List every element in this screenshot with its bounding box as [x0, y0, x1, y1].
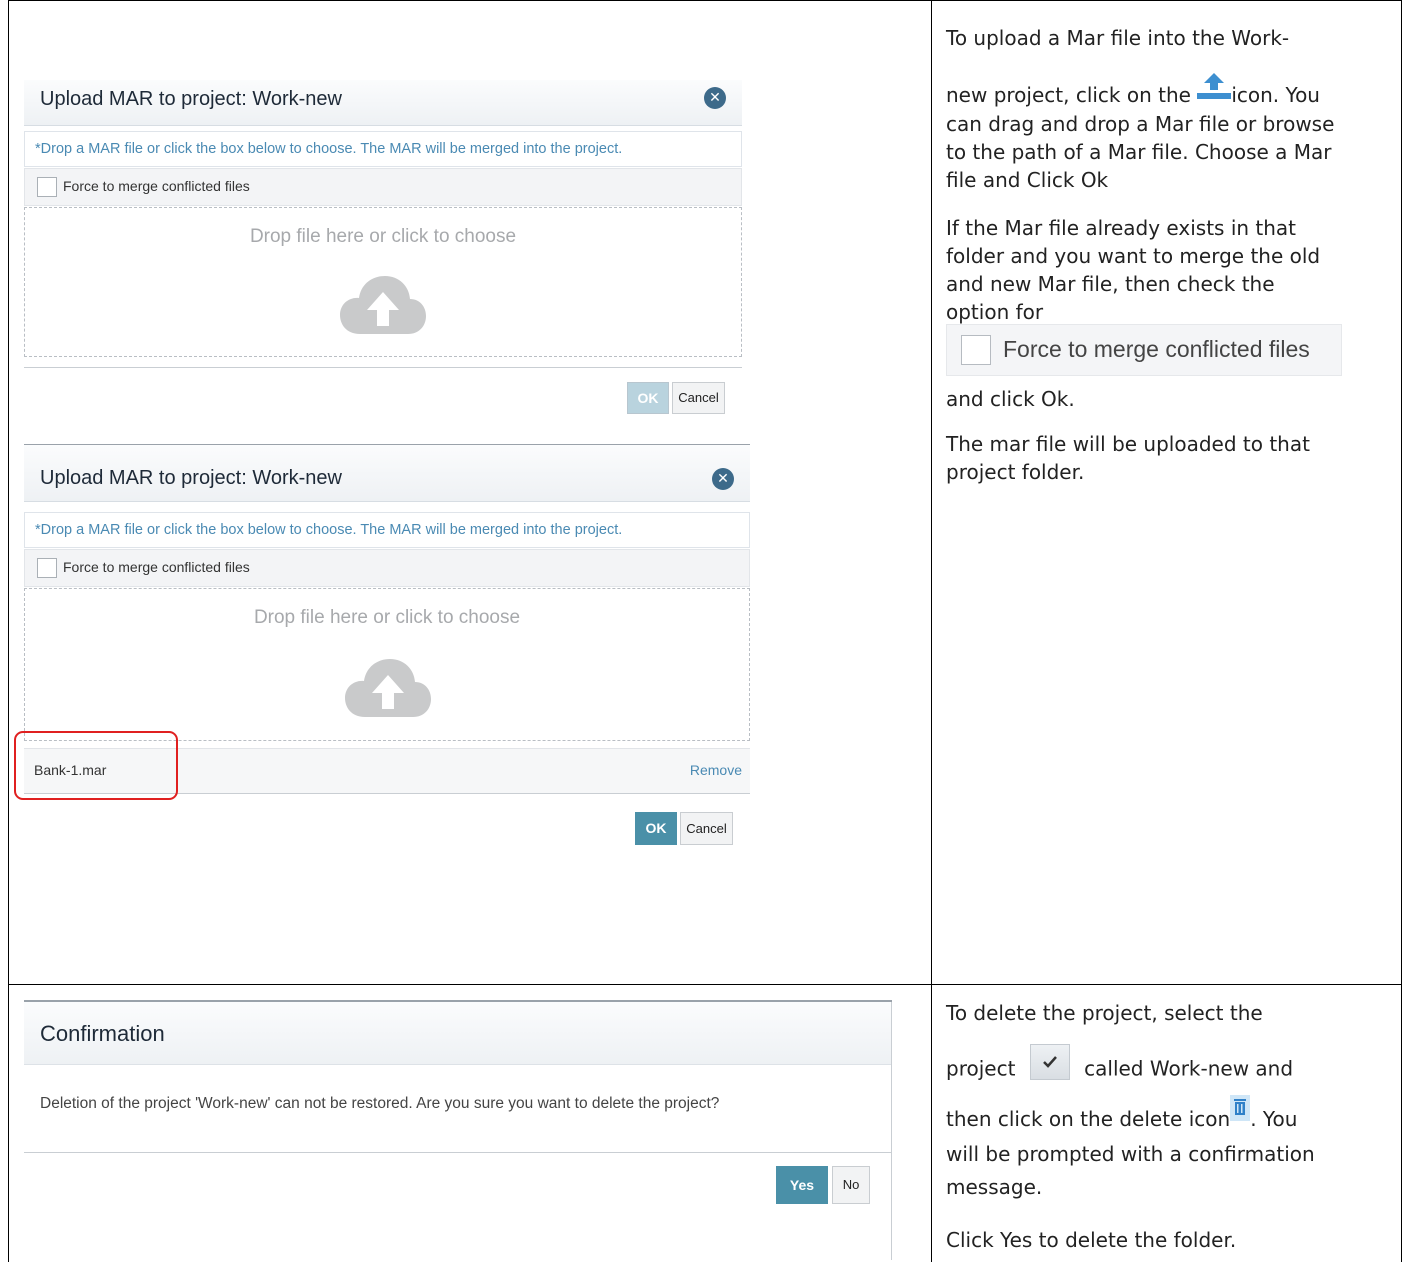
ok-button[interactable]: OK — [627, 382, 669, 414]
instruction-line: new project, click on the icon. You — [946, 72, 1320, 108]
dialog-title: Confirmation — [40, 1021, 165, 1046]
instruction-line: project called Work-new and — [946, 1044, 1294, 1088]
instruction-text: new project, click on the — [946, 83, 1191, 107]
instruction-line: file and Click Ok — [946, 168, 1109, 192]
no-button[interactable]: No — [832, 1166, 870, 1204]
drop-zone-text: Drop file here or click to choose — [249, 226, 517, 247]
ok-button[interactable]: OK — [635, 812, 677, 845]
drop-zone-text: Drop file here or click to choose — [253, 607, 521, 628]
upload-icon — [1197, 72, 1232, 99]
remove-file-link[interactable]: Remove — [690, 762, 742, 778]
dialog-title: Upload MAR to project: Work-new — [40, 88, 342, 110]
drop-zone[interactable]: Drop file here or click to choose — [24, 207, 742, 357]
yes-button[interactable]: Yes — [776, 1166, 828, 1204]
instruction-line: The mar file will be uploaded to that — [946, 432, 1310, 456]
force-merge-label: Force to merge conflicted files — [63, 178, 250, 194]
instruction-line: and click Ok. — [946, 387, 1075, 411]
instruction-line: message. — [946, 1175, 1043, 1199]
instruction-text: icon. You — [1231, 83, 1320, 107]
dialog-right-edge — [891, 1002, 892, 1260]
trash-icon — [1230, 1094, 1251, 1121]
upload-note: *Drop a MAR file or click the box below … — [24, 131, 742, 167]
table-row-divider — [8, 984, 1402, 985]
instruction-text: then click on the delete icon — [946, 1107, 1231, 1131]
force-merge-example-label: Force to merge conflicted files — [1003, 336, 1310, 362]
instruction-line: folder and you want to merge the old — [946, 244, 1321, 268]
table-border-right — [1401, 0, 1402, 1262]
instruction-line: and new Mar file, then check the — [946, 272, 1275, 296]
table-column-divider — [931, 0, 932, 1262]
table-border-top — [8, 0, 1402, 1]
dialog-footer-divider — [24, 367, 742, 368]
dialog-footer-divider — [24, 1152, 892, 1153]
table-border-left — [8, 0, 9, 1262]
instruction-line: to the path of a Mar file. Choose a Mar — [946, 140, 1332, 164]
instruction-line: Click Yes to delete the folder. — [946, 1228, 1237, 1252]
instruction-text: project — [946, 1056, 1016, 1081]
instruction-line: then click on the delete icon . You — [946, 1094, 1298, 1132]
instruction-line: To delete the project, select the — [946, 1001, 1263, 1025]
instruction-line: To upload a Mar file into the Work- — [946, 26, 1290, 50]
confirm-message: Deletion of the project 'Work-new' can n… — [40, 1095, 720, 1112]
instruction-text: . You — [1250, 1107, 1298, 1131]
close-icon[interactable]: ✕ — [712, 468, 734, 490]
file-highlight-box — [14, 731, 178, 800]
upload-note: *Drop a MAR file or click the box below … — [24, 512, 750, 548]
check-icon — [1029, 1044, 1070, 1080]
instruction-line: can drag and drop a Mar file or browse — [946, 112, 1335, 136]
force-merge-label: Force to merge conflicted files — [63, 559, 250, 575]
instruction-line: will be prompted with a confirmation — [946, 1142, 1315, 1166]
cloud-upload-icon — [340, 276, 426, 334]
cancel-button[interactable]: Cancel — [672, 382, 725, 414]
force-merge-row: Force to merge conflicted files — [24, 549, 750, 587]
cancel-button[interactable]: Cancel — [680, 812, 733, 845]
instruction-line: If the Mar file already exists in that — [946, 216, 1297, 240]
force-merge-row: Force to merge conflicted files — [24, 168, 742, 206]
force-merge-example-checkbox — [961, 335, 991, 365]
cloud-upload-icon — [345, 659, 431, 717]
instruction-line: project folder. — [946, 460, 1085, 484]
instruction-line: option for — [946, 300, 1044, 324]
drop-zone[interactable]: Drop file here or click to choose — [24, 588, 750, 741]
dialog-title: Upload MAR to project: Work-new — [40, 467, 342, 489]
close-icon[interactable]: ✕ — [704, 87, 726, 109]
force-merge-checkbox[interactable] — [37, 177, 57, 197]
instruction-text: called Work-new and — [1084, 1056, 1294, 1081]
force-merge-checkbox[interactable] — [37, 558, 57, 578]
force-merge-example: Force to merge conflicted files — [946, 324, 1342, 376]
